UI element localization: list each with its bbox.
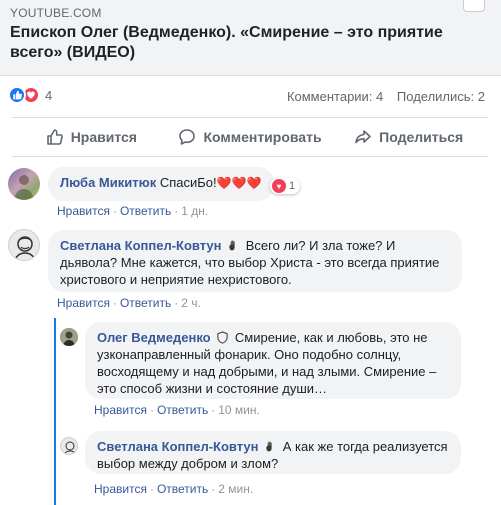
comment-bubble: Светлана Коппел-Ковтун Всего ли? И зла т… bbox=[48, 230, 462, 292]
avatar[interactable] bbox=[8, 168, 40, 200]
comment-author[interactable]: Олег Ведмеденко bbox=[97, 330, 211, 345]
preview-menu-corner bbox=[463, 0, 485, 12]
thumbs-up-icon bbox=[46, 129, 63, 145]
comment-time[interactable]: 2 мин. bbox=[218, 482, 253, 496]
comment-bubble-icon bbox=[179, 129, 196, 145]
comment-like-link[interactable]: Нравится bbox=[94, 482, 147, 496]
reaction-count: 4 bbox=[45, 87, 53, 103]
comments-count-link[interactable]: Комментарии: 4 bbox=[287, 89, 383, 104]
comment-reply-link[interactable]: Ответить bbox=[120, 204, 171, 218]
avatar[interactable] bbox=[8, 229, 40, 261]
link-preview[interactable]: YOUTUBE.COM Епископ Олег (Ведмеденко). «… bbox=[0, 0, 501, 76]
hearts-emoji: ❤️❤️❤️ bbox=[216, 176, 262, 190]
share-arrow-icon bbox=[355, 130, 371, 144]
comment-author[interactable]: Светлана Коппел-Ковтун bbox=[60, 238, 222, 253]
comment-bubble: Люба Микитюк СпасиБо!❤️❤️❤️ bbox=[48, 167, 274, 201]
love-icon: ♥ bbox=[272, 179, 286, 193]
wave-hand-icon bbox=[266, 441, 272, 452]
comment-author[interactable]: Светлана Коппел-Ковтун bbox=[97, 439, 259, 454]
reaction-summary[interactable]: 4 bbox=[8, 86, 52, 104]
comment-reply-link[interactable]: Ответить bbox=[157, 482, 208, 496]
comment-reply-link[interactable]: Ответить bbox=[120, 296, 171, 310]
comment-text: СпасиБо! bbox=[159, 175, 217, 190]
like-button[interactable]: Нравится bbox=[12, 118, 171, 156]
shares-count-link[interactable]: Поделились: 2 bbox=[397, 89, 485, 104]
share-button-label: Поделиться bbox=[379, 129, 464, 145]
comment-time[interactable]: 2 ч. bbox=[181, 296, 201, 310]
shield-badge-icon bbox=[217, 331, 228, 344]
comment-like-link[interactable]: Нравится bbox=[94, 403, 147, 417]
action-bar: Нравится Комментировать Поделиться bbox=[12, 117, 488, 157]
comment-time[interactable]: 10 мин. bbox=[218, 403, 260, 417]
comment-bubble: Олег Ведмеденко Смирение, как и любовь, … bbox=[85, 322, 461, 399]
link-domain: YOUTUBE.COM bbox=[10, 6, 102, 20]
comment-meta: Нравится · Ответить · 2 мин. bbox=[94, 482, 254, 496]
comment-bubble: Светлана Коппел-Ковтун А как же тогда ре… bbox=[85, 431, 461, 474]
wave-hand-icon bbox=[229, 240, 235, 251]
comment-meta: Нравится · Ответить · 10 мин. bbox=[94, 403, 260, 417]
reply-thread-line bbox=[54, 318, 56, 505]
share-button[interactable]: Поделиться bbox=[329, 118, 488, 156]
comment-reaction-chip[interactable]: ♥ 1 bbox=[270, 178, 301, 194]
comment-reaction-count: 1 bbox=[289, 180, 296, 192]
comment-meta: Нравится · Ответить · 1 дн. bbox=[57, 204, 209, 218]
comment-like-link[interactable]: Нравится bbox=[57, 296, 110, 310]
stats-right: Комментарии: 4 Поделились: 2 bbox=[287, 89, 485, 104]
comment-author[interactable]: Люба Микитюк bbox=[60, 175, 156, 190]
comment-like-link[interactable]: Нравится bbox=[57, 204, 110, 218]
comment-button[interactable]: Комментировать bbox=[171, 118, 330, 156]
like-icon bbox=[8, 86, 26, 104]
comment-meta: Нравится · Ответить · 2 ч. bbox=[57, 296, 201, 310]
post-stats: 4 Комментарии: 4 Поделились: 2 bbox=[0, 84, 501, 108]
comment-time[interactable]: 1 дн. bbox=[181, 204, 208, 218]
avatar[interactable] bbox=[60, 328, 78, 346]
comment-reply-link[interactable]: Ответить bbox=[157, 403, 208, 417]
comment-button-label: Комментировать bbox=[203, 129, 322, 145]
like-button-label: Нравится bbox=[70, 129, 137, 145]
link-title[interactable]: Епископ Олег (Ведмеденко). «Смирение – э… bbox=[10, 23, 480, 63]
avatar[interactable] bbox=[60, 437, 78, 455]
